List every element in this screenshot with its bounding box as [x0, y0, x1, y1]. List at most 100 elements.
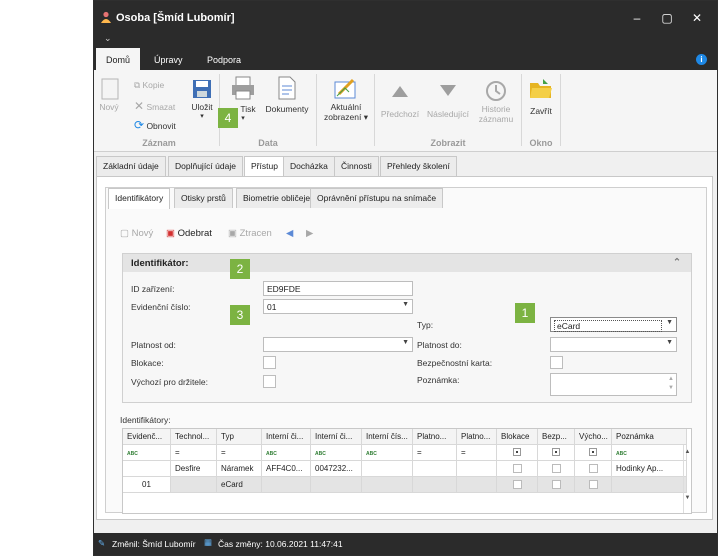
- column-header[interactable]: Interní čís...: [362, 429, 413, 445]
- device-id-input[interactable]: ED9FDE: [263, 281, 413, 296]
- filter-cell[interactable]: ABC: [311, 445, 362, 461]
- current-view-button[interactable]: Aktuální zobrazení ▾: [320, 76, 372, 123]
- column-header[interactable]: Interní či...: [262, 429, 311, 445]
- remove-identifier-button[interactable]: ▣ Odebrat: [166, 228, 212, 239]
- close-form-button[interactable]: Zavřít: [526, 78, 556, 116]
- cell[interactable]: [362, 461, 413, 477]
- cell[interactable]: [362, 477, 413, 493]
- security-cell-checkbox[interactable]: [551, 480, 561, 489]
- tab-prehledy-skoleni[interactable]: Přehledy školení: [380, 156, 457, 176]
- filter-cell[interactable]: =: [413, 445, 457, 461]
- close-button[interactable]: ✕: [686, 9, 708, 27]
- filter-cell[interactable]: ABC: [262, 445, 311, 461]
- delete-button[interactable]: ✕ Smazat: [134, 99, 175, 113]
- block-checkbox[interactable]: [263, 356, 276, 369]
- save-button[interactable]: Uložit ▾: [190, 78, 214, 120]
- cell[interactable]: Desfire: [171, 461, 217, 477]
- filter-cell[interactable]: =: [217, 445, 262, 461]
- cell[interactable]: [457, 461, 497, 477]
- menu-tab-domu[interactable]: Domů: [96, 48, 141, 70]
- scroll-up-icon[interactable]: ▲: [684, 449, 691, 455]
- new-identifier-button[interactable]: ▢ Nový: [120, 228, 153, 239]
- cell[interactable]: [575, 461, 612, 477]
- column-header[interactable]: Výcho...: [575, 429, 612, 445]
- filter-cell[interactable]: ABC: [362, 445, 413, 461]
- cell[interactable]: [538, 461, 575, 477]
- cell[interactable]: [413, 461, 457, 477]
- filter-cell[interactable]: =: [171, 445, 217, 461]
- tab-pristup[interactable]: Přístup: [244, 156, 285, 177]
- history-button[interactable]: Historie záznamu: [475, 80, 517, 124]
- cell[interactable]: [311, 477, 362, 493]
- tab-cinnosti[interactable]: Činnosti: [334, 156, 379, 176]
- cell[interactable]: [497, 461, 538, 477]
- cell[interactable]: [171, 477, 217, 493]
- column-header[interactable]: Technol...: [171, 429, 217, 445]
- tab-doplnujici-udaje[interactable]: Doplňující údaje: [168, 156, 243, 176]
- column-header[interactable]: Bezp...: [538, 429, 575, 445]
- cell[interactable]: [413, 477, 457, 493]
- help-icon[interactable]: i: [696, 54, 707, 65]
- grid-scrollbar[interactable]: ▲ ▼: [683, 445, 691, 513]
- cell[interactable]: AFF4C0...: [262, 461, 311, 477]
- cell[interactable]: Náramek: [217, 461, 262, 477]
- block-cell-checkbox[interactable]: [512, 480, 522, 489]
- filter-cell[interactable]: [497, 445, 538, 461]
- maximize-button[interactable]: ▢: [656, 9, 678, 27]
- table-row-selected[interactable]: 01 eCard: [123, 477, 687, 493]
- block-cell-checkbox[interactable]: [512, 464, 522, 473]
- subtab-opravneni-pristupu[interactable]: Oprávnění přístupu na snímače: [310, 188, 444, 208]
- cell[interactable]: [575, 477, 612, 493]
- next-identifier-button[interactable]: ▶: [306, 228, 313, 239]
- copy-button[interactable]: ⧉ Kopie: [134, 80, 164, 91]
- cell[interactable]: [497, 477, 538, 493]
- column-header[interactable]: Typ: [217, 429, 262, 445]
- filter-cell[interactable]: [575, 445, 612, 461]
- valid-to-select[interactable]: ▼: [550, 337, 677, 352]
- valid-from-select[interactable]: ▼: [263, 337, 413, 352]
- table-row[interactable]: Desfire Náramek AFF4C0... 0047232... Hod…: [123, 461, 687, 477]
- column-header[interactable]: Poznámka: [612, 429, 687, 445]
- filter-cell[interactable]: [538, 445, 575, 461]
- lost-identifier-button[interactable]: ▣ Ztracen: [228, 228, 272, 239]
- previous-button[interactable]: Předchozí: [380, 84, 420, 119]
- cell[interactable]: [262, 477, 311, 493]
- default-cell-checkbox[interactable]: [588, 480, 598, 489]
- cell[interactable]: [123, 461, 171, 477]
- menu-tab-upravy[interactable]: Úpravy: [144, 48, 193, 70]
- subtab-identifikatory[interactable]: Identifikátory: [108, 188, 171, 209]
- previous-identifier-button[interactable]: ◀: [286, 228, 293, 239]
- cell[interactable]: [457, 477, 497, 493]
- note-textarea[interactable]: ▲ ▼: [550, 373, 677, 396]
- cell[interactable]: Hodinky Ap...: [612, 461, 687, 477]
- documents-button[interactable]: Dokumenty: [262, 76, 312, 114]
- cell[interactable]: eCard: [217, 477, 262, 493]
- type-select[interactable]: eCard ▼: [550, 317, 677, 332]
- security-card-checkbox[interactable]: [550, 356, 563, 369]
- cell[interactable]: [612, 477, 687, 493]
- tab-dochazka[interactable]: Docházka: [283, 156, 335, 176]
- cell[interactable]: [538, 477, 575, 493]
- subtab-otisky-prstu[interactable]: Otisky prstů: [174, 188, 233, 208]
- filter-cell[interactable]: =: [457, 445, 497, 461]
- column-header[interactable]: Platno...: [457, 429, 497, 445]
- column-header[interactable]: Evidenč...: [123, 429, 171, 445]
- menu-tab-podpora[interactable]: Podpora: [197, 48, 251, 70]
- column-header[interactable]: Blokace: [497, 429, 538, 445]
- new-record-button[interactable]: Nový: [99, 78, 120, 112]
- collapse-icon[interactable]: ⌃: [673, 257, 681, 268]
- next-button[interactable]: Následující: [425, 84, 471, 119]
- registration-number-select[interactable]: 01 ▼: [263, 299, 413, 314]
- quick-access-dropdown[interactable]: ⌄: [104, 33, 112, 44]
- refresh-button[interactable]: ⟳ Obnovit: [134, 118, 176, 132]
- security-cell-checkbox[interactable]: [551, 464, 561, 473]
- holder-default-checkbox[interactable]: [263, 375, 276, 388]
- cell[interactable]: 0047232...: [311, 461, 362, 477]
- subtab-biometrie-obliceje[interactable]: Biometrie obličeje: [236, 188, 318, 208]
- cell[interactable]: 01: [123, 477, 171, 493]
- filter-cell[interactable]: ABC: [612, 445, 687, 461]
- default-cell-checkbox[interactable]: [588, 464, 598, 473]
- column-header[interactable]: Platno...: [413, 429, 457, 445]
- minimize-button[interactable]: –: [626, 9, 648, 27]
- filter-cell[interactable]: ABC: [123, 445, 171, 461]
